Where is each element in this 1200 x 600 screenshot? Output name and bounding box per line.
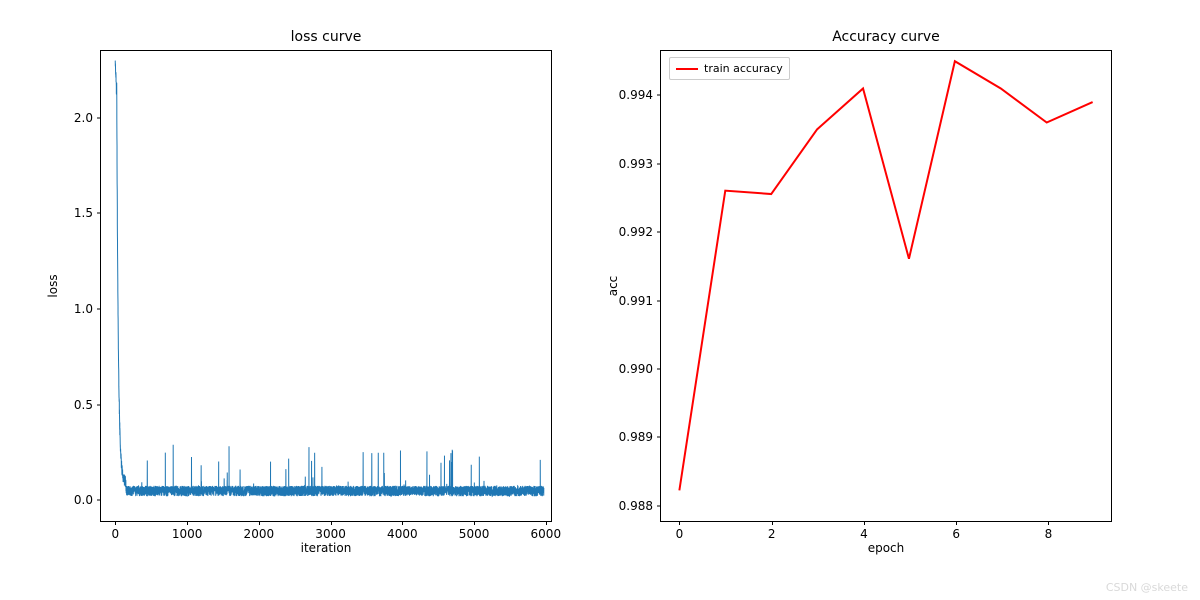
accuracy-line (661, 51, 1111, 521)
ytick-label: 0.992 (619, 225, 661, 239)
legend: train accuracy (669, 57, 790, 80)
ytick-label: 1.0 (74, 302, 101, 316)
xtick-label: 6000 (531, 521, 562, 541)
xtick-label: 4000 (387, 521, 418, 541)
axes-loss: loss curve loss iteration 01000200030004… (100, 50, 552, 522)
ytick-label: 0.988 (619, 499, 661, 513)
xtick-label: 4 (860, 521, 868, 541)
ytick-label: 1.5 (74, 206, 101, 220)
ytick-label: 0.994 (619, 88, 661, 102)
xtick-label: 2 (768, 521, 776, 541)
xtick-label: 0 (112, 521, 120, 541)
legend-swatch-icon (676, 68, 698, 70)
xtick-label: 3000 (315, 521, 346, 541)
ylabel-loss: loss (46, 274, 60, 297)
chart-title-loss: loss curve (101, 29, 551, 45)
xlabel-acc: epoch (661, 541, 1111, 555)
legend-label: train accuracy (704, 62, 783, 75)
ytick-label: 0.5 (74, 398, 101, 412)
xtick-label: 8 (1045, 521, 1053, 541)
xtick-label: 6 (952, 521, 960, 541)
ytick-label: 0.0 (74, 493, 101, 507)
xlabel-loss: iteration (101, 541, 551, 555)
axes-accuracy: Accuracy curve acc epoch train accuracy … (660, 50, 1112, 522)
ytick-label: 2.0 (74, 111, 101, 125)
ytick-label: 0.990 (619, 362, 661, 376)
figure: loss curve loss iteration 0 1000 2000 3000 4… (0, 0, 1200, 600)
xtick-label: 0 (676, 521, 684, 541)
ytick-label: 0.989 (619, 430, 661, 444)
ytick-label: 0.993 (619, 157, 661, 171)
loss-line (101, 51, 551, 521)
xtick-label: 2000 (244, 521, 275, 541)
ytick-label: 0.991 (619, 294, 661, 308)
chart-title-acc: Accuracy curve (661, 29, 1111, 45)
watermark: CSDN @skeete (1106, 581, 1188, 594)
xtick-label: 5000 (459, 521, 490, 541)
xtick-label: 1000 (172, 521, 203, 541)
